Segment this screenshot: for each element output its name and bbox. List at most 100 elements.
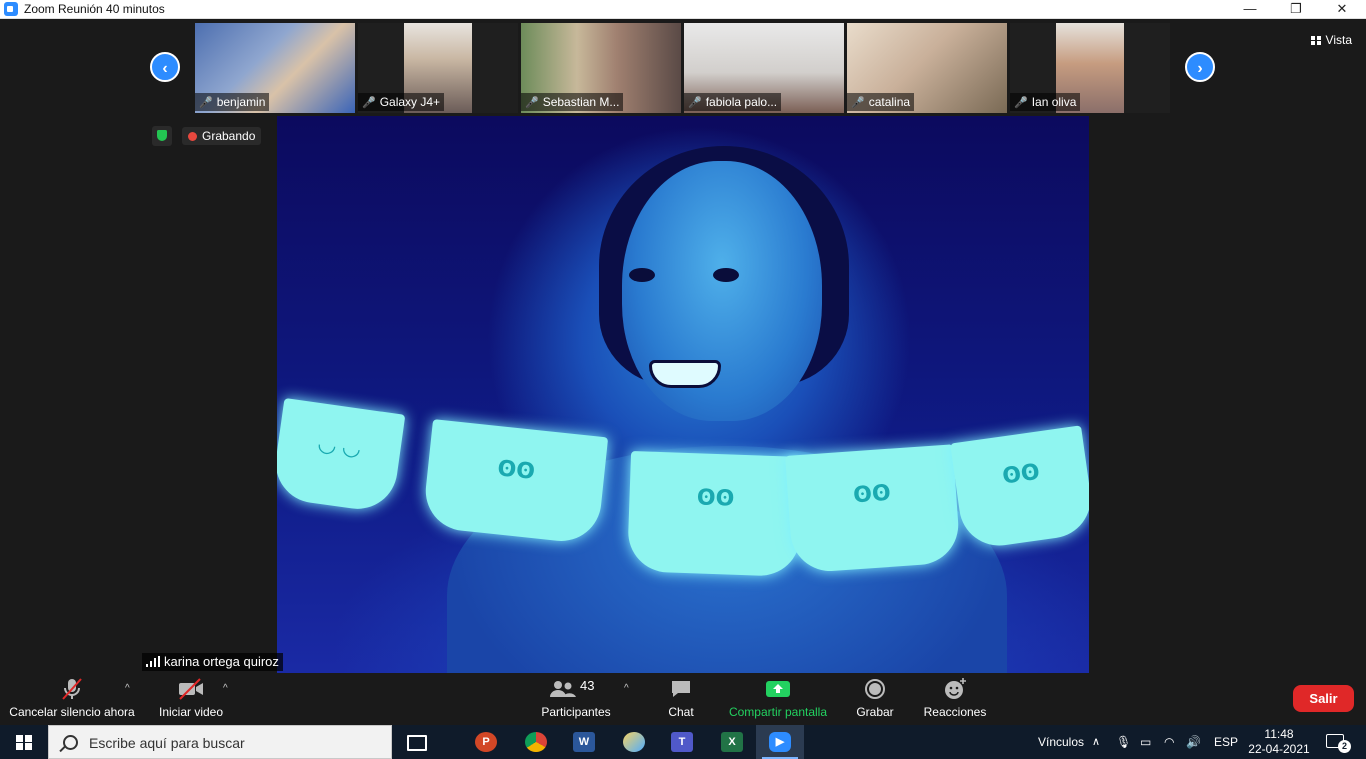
- security-shield-icon[interactable]: [152, 126, 172, 146]
- paint-icon: [623, 732, 645, 752]
- taskbar-app-paint[interactable]: [610, 725, 658, 759]
- task-view-button[interactable]: [392, 725, 440, 759]
- clock-date: 22-04-2021: [1248, 742, 1310, 756]
- reactions-icon: [922, 677, 988, 701]
- participant-tile[interactable]: 🎤 Ian oliva: [1010, 23, 1170, 113]
- participants-options-caret[interactable]: ^: [624, 683, 629, 694]
- mic-muted-icon: 🎤: [688, 97, 702, 109]
- speaker-face: [622, 161, 822, 421]
- participant-name-bar: 🎤 Galaxy J4+: [358, 93, 445, 111]
- participants-count: 43: [580, 678, 594, 693]
- participants-icon: 43: [538, 677, 614, 701]
- word-icon: W: [573, 732, 595, 752]
- speaker-name-label: karina ortega quiroz: [142, 653, 283, 671]
- participant-name-bar: 🎤 Ian oliva: [1010, 93, 1081, 111]
- signal-strength-icon: [146, 656, 160, 667]
- chevron-left-icon: ‹: [162, 60, 168, 77]
- audio-options-caret[interactable]: ^: [125, 683, 130, 694]
- doodle-face: ʘʘ: [1000, 459, 1042, 490]
- wifi-icon[interactable]: ◠: [1164, 725, 1174, 759]
- tray-overflow-chevron-icon[interactable]: ∧: [1092, 725, 1100, 759]
- chevron-right-icon: ›: [1197, 60, 1203, 77]
- taskbar-app-chrome[interactable]: [512, 725, 560, 759]
- links-toolbar[interactable]: Vínculos: [1038, 725, 1084, 759]
- mic-muted-icon: [8, 677, 136, 701]
- taskbar-app-zoom[interactable]: ▶: [756, 725, 804, 759]
- restore-button[interactable]: ❐: [1273, 0, 1319, 18]
- participant-tile[interactable]: 🎤 fabiola palo...: [684, 23, 844, 113]
- minimize-button[interactable]: —: [1227, 0, 1273, 18]
- active-speaker-video: ◡ ◡ ʘʘ ʘʘ ʘʘ ʘʘ: [277, 116, 1089, 673]
- participant-name-bar: 🎤 catalina: [847, 93, 915, 111]
- doodle-face: ◡ ◡: [317, 431, 362, 462]
- search-icon: [63, 735, 78, 750]
- action-center-button[interactable]: 2: [1318, 725, 1358, 759]
- view-button[interactable]: Vista: [1310, 33, 1352, 47]
- participants-button[interactable]: 43 Participantes: [538, 677, 614, 719]
- meeting-area: ‹ 🎤 benjamin 🎤 Galaxy J4+ 🎤 Sebastian M... …: [0, 19, 1366, 673]
- clock-time: 11:48: [1264, 727, 1294, 741]
- taskbar-clock[interactable]: 11:48 22-04-2021: [1244, 727, 1314, 757]
- doodle-face: ʘʘ: [496, 456, 537, 485]
- record-dot-icon: [188, 132, 197, 141]
- windows-logo-icon: [16, 735, 32, 750]
- record-button[interactable]: Grabar: [852, 677, 898, 719]
- unmute-button[interactable]: Cancelar silencio ahora: [8, 677, 136, 719]
- task-view-icon: [407, 735, 427, 751]
- participant-name-bar: 🎤 benjamin: [195, 93, 270, 111]
- close-button[interactable]: ✕: [1319, 0, 1365, 18]
- taskbar-app-word[interactable]: W: [560, 725, 608, 759]
- paper-cutout: ʘʘ: [950, 425, 1089, 551]
- speaker-eye: [713, 268, 739, 282]
- participant-name-bar: 🎤 fabiola palo...: [684, 93, 782, 111]
- window-title-bar: Zoom Reunión 40 minutos — ❐ ✕: [0, 0, 1366, 19]
- participant-tile[interactable]: 🎤 Sebastian M...: [521, 23, 681, 113]
- participant-name-bar: 🎤 Sebastian M...: [521, 93, 624, 111]
- zoom-app-icon: [4, 2, 18, 16]
- taskbar-app-excel[interactable]: X: [708, 725, 756, 759]
- chat-button[interactable]: Chat: [660, 677, 702, 719]
- windows-taskbar: Escribe aquí para buscar P W T X ▶ Víncu…: [0, 725, 1366, 759]
- camera-off-icon: [152, 677, 230, 701]
- grid-view-icon: [1310, 36, 1321, 45]
- doodle-face: ʘʘ: [852, 480, 892, 509]
- share-screen-button[interactable]: Compartir pantalla: [726, 677, 830, 719]
- mic-muted-icon: 🎤: [1014, 97, 1028, 109]
- leave-meeting-button[interactable]: Salir: [1293, 685, 1354, 712]
- gallery-next-button[interactable]: ›: [1185, 52, 1215, 82]
- volume-icon[interactable]: 🔊: [1186, 725, 1201, 759]
- paper-cutout: ʘʘ: [626, 451, 804, 577]
- share-screen-icon: [726, 677, 830, 701]
- record-icon: [852, 677, 898, 701]
- chat-icon: [660, 677, 702, 701]
- input-language[interactable]: ESP: [1214, 725, 1238, 759]
- window-title: Zoom Reunión 40 minutos: [24, 2, 165, 16]
- participant-tile[interactable]: 🎤 benjamin: [195, 23, 355, 113]
- recording-indicator[interactable]: Grabando: [182, 127, 262, 145]
- taskbar-app-powerpoint[interactable]: P: [462, 725, 510, 759]
- battery-icon[interactable]: ▭: [1140, 725, 1151, 759]
- gallery-prev-button[interactable]: ‹: [150, 52, 180, 82]
- taskbar-search-box[interactable]: Escribe aquí para buscar: [48, 725, 392, 759]
- taskbar-app-teams[interactable]: T: [658, 725, 706, 759]
- zoom-icon: ▶: [769, 732, 791, 752]
- start-button[interactable]: [0, 725, 48, 759]
- mic-muted-icon: 🎤: [362, 97, 376, 109]
- paper-cutout: ʘʘ: [785, 444, 961, 574]
- reactions-button[interactable]: Reacciones: [922, 677, 988, 719]
- video-options-caret[interactable]: ^: [223, 683, 228, 694]
- teams-icon: T: [671, 732, 693, 752]
- paper-cutout: ◡ ◡: [277, 397, 406, 515]
- participant-tile[interactable]: 🎤 catalina: [847, 23, 1007, 113]
- microphone-tray-icon[interactable]: 🎙: [1116, 725, 1131, 759]
- chrome-icon: [525, 732, 547, 752]
- mic-muted-icon: 🎤: [199, 97, 213, 109]
- search-placeholder: Escribe aquí para buscar: [89, 735, 245, 751]
- mic-muted-icon: 🎤: [851, 97, 865, 109]
- powerpoint-icon: P: [475, 732, 497, 752]
- participant-tile[interactable]: 🎤 Galaxy J4+: [358, 23, 518, 113]
- doodle-face: ʘʘ: [696, 485, 735, 512]
- notifications-count: 2: [1338, 740, 1351, 753]
- meeting-toolbar: Cancelar silencio ahora ^ Iniciar video …: [0, 673, 1366, 725]
- start-video-button[interactable]: Iniciar video: [152, 677, 230, 719]
